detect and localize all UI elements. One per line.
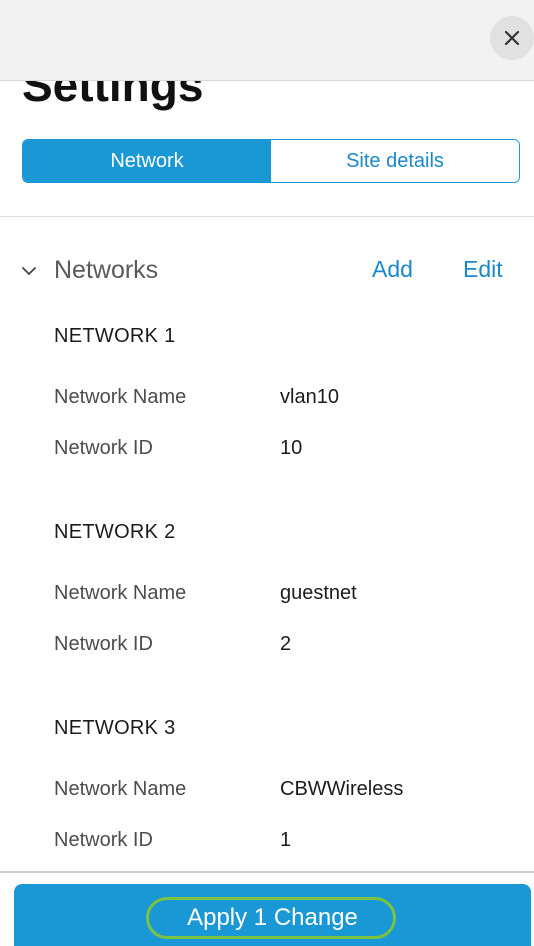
network-name-value: guestnet (280, 582, 357, 604)
close-button[interactable] (490, 16, 534, 60)
network-id-value: 1 (280, 829, 292, 851)
network-heading: NETWORK 3 (54, 717, 176, 739)
network-id-label: Network ID (54, 633, 153, 655)
settings-screen: Settings Network Site details Networks A… (0, 0, 534, 946)
apply-label: Apply 1 Change (187, 904, 358, 931)
network-id-value: 10 (280, 437, 303, 459)
edit-networks-button[interactable]: Edit (463, 256, 503, 283)
tab-site-details[interactable]: Site details (271, 140, 519, 182)
network-heading: NETWORK 2 (54, 521, 176, 543)
footer-divider (0, 871, 534, 873)
settings-tabs: Network Site details (22, 139, 520, 183)
network-name-value: vlan10 (280, 386, 339, 408)
network-name-label: Network Name (54, 778, 187, 800)
network-id-label: Network ID (54, 829, 153, 851)
network-id-value: 2 (280, 633, 292, 655)
network-heading: NETWORK 1 (54, 325, 176, 347)
close-icon (504, 30, 520, 46)
add-network-button[interactable]: Add (372, 256, 413, 283)
apply-changes-button[interactable]: Apply 1 Change (14, 884, 531, 946)
network-id-label: Network ID (54, 437, 153, 459)
chevron-down-icon[interactable] (20, 262, 38, 280)
network-name-label: Network Name (54, 386, 187, 408)
network-name-label: Network Name (54, 582, 187, 604)
divider (0, 216, 534, 217)
section-title: Networks (54, 256, 159, 284)
tab-network[interactable]: Network (23, 140, 271, 182)
top-bar (0, 0, 534, 81)
networks-section-header: Networks Add Edit (0, 250, 534, 294)
network-name-value: CBWWireless (280, 778, 404, 800)
